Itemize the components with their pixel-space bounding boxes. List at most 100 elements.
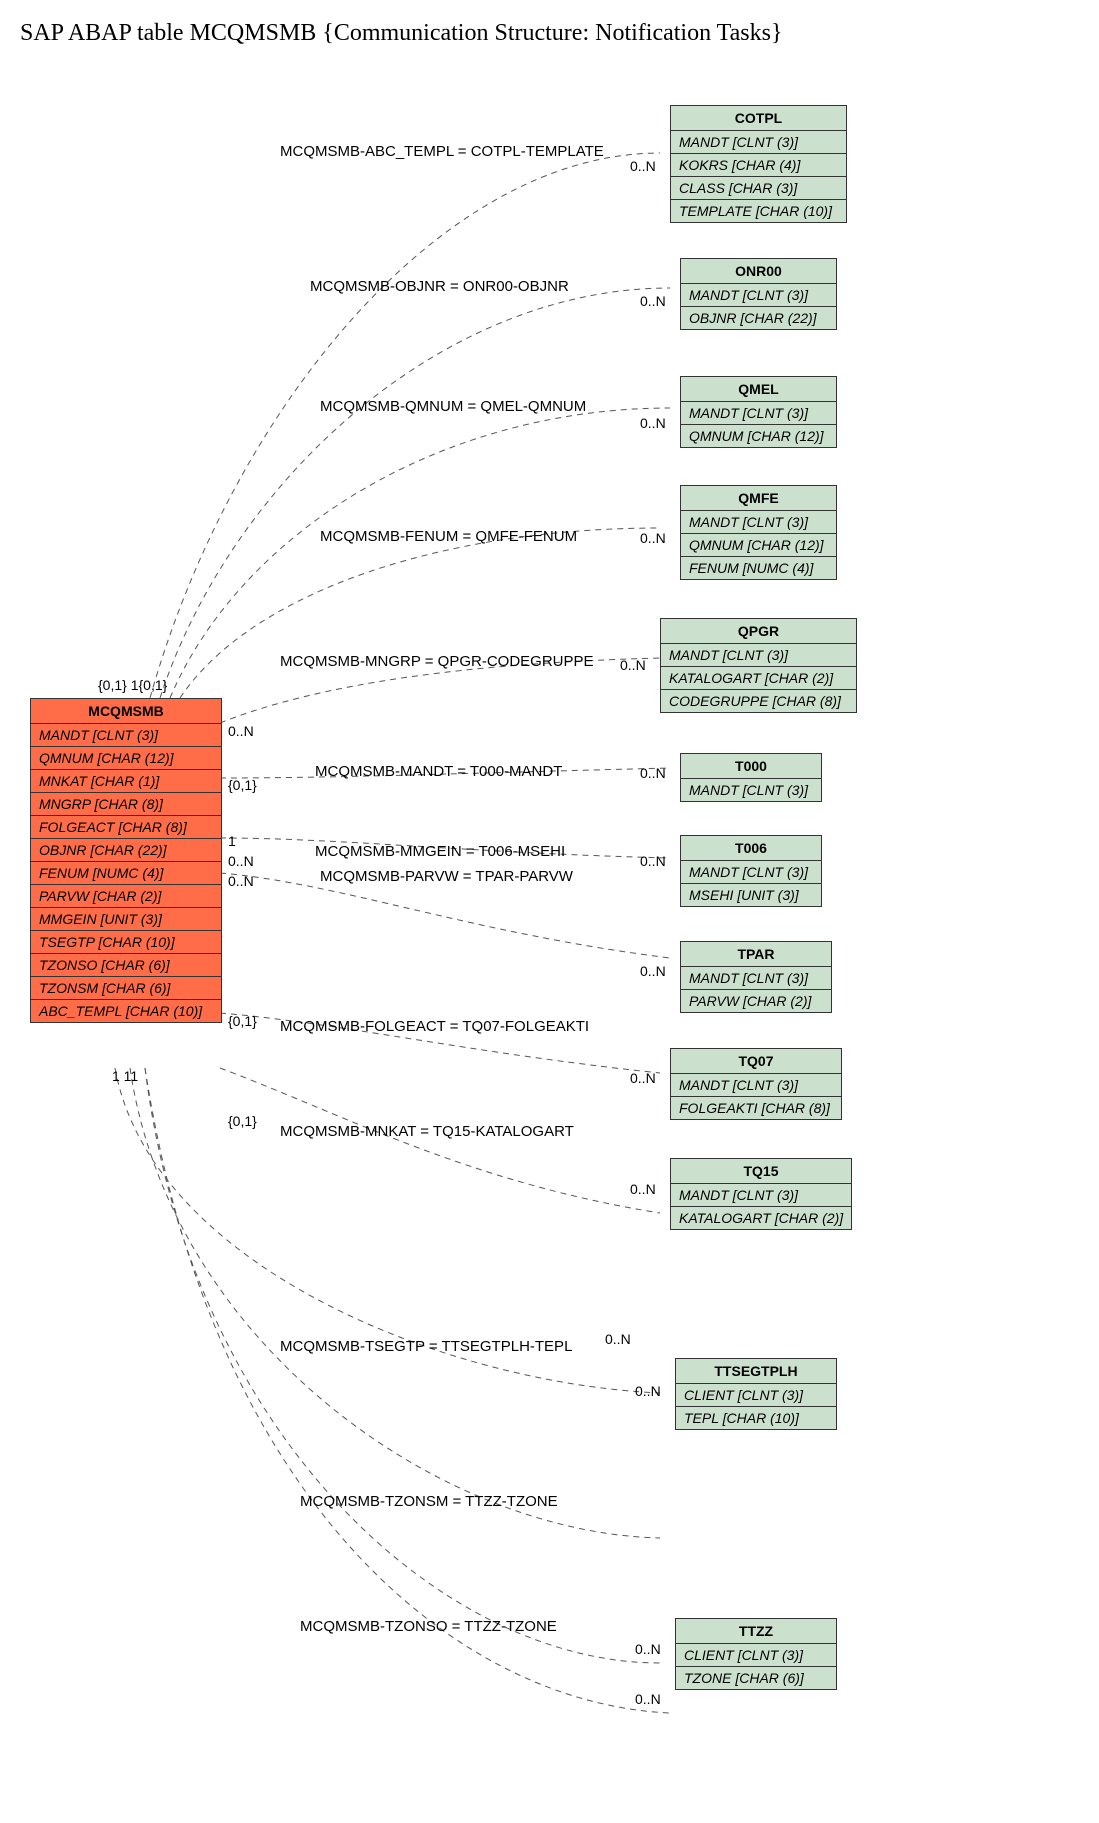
relation-label: MCQMSMB-MNKAT = TQ15-KATALOGART	[280, 1123, 574, 1140]
entity-onr00: ONR00 MANDT [CLNT (3)] OBJNR [CHAR (22)]	[680, 258, 837, 330]
field: MANDT [CLNT (3)]	[681, 284, 836, 307]
field: FOLGEAKTI [CHAR (8)]	[671, 1097, 841, 1119]
relation-label: MCQMSMB-MNGRP = QPGR-CODEGRUPPE	[280, 653, 594, 670]
field: QMNUM [CHAR (12)]	[681, 425, 836, 447]
entity-ttzz: TTZZ CLIENT [CLNT (3)] TZONE [CHAR (6)]	[675, 1618, 837, 1690]
field: KOKRS [CHAR (4)]	[671, 154, 846, 177]
entity-t000: T000 MANDT [CLNT (3)]	[680, 753, 822, 802]
field: TEPL [CHAR (10)]	[676, 1407, 836, 1429]
entity-tpar: TPAR MANDT [CLNT (3)] PARVW [CHAR (2)]	[680, 941, 832, 1013]
field: OBJNR [CHAR (22)]	[681, 307, 836, 329]
entity-qmel: QMEL MANDT [CLNT (3)] QMNUM [CHAR (12)]	[680, 376, 837, 448]
field: MANDT [CLNT (3)]	[671, 131, 846, 154]
cardinality: 0..N	[630, 158, 656, 174]
field: TZONSO [CHAR (6)]	[31, 954, 221, 977]
field: MANDT [CLNT (3)]	[681, 967, 831, 990]
field: MANDT [CLNT (3)]	[681, 511, 836, 534]
entity-qpgr: QPGR MANDT [CLNT (3)] KATALOGART [CHAR (…	[660, 618, 857, 713]
cardinality: {0,1} 1{0,1}	[98, 677, 167, 693]
entity-cotpl: COTPL MANDT [CLNT (3)] KOKRS [CHAR (4)] …	[670, 105, 847, 223]
cardinality: 0..N	[640, 530, 666, 546]
cardinality: 0..N	[640, 963, 666, 979]
entity-t006: T006 MANDT [CLNT (3)] MSEHI [UNIT (3)]	[680, 835, 822, 907]
relation-label: MCQMSMB-OBJNR = ONR00-OBJNR	[310, 278, 569, 295]
field: KATALOGART [CHAR (2)]	[671, 1207, 851, 1229]
cardinality: 0..N	[635, 1641, 661, 1657]
relation-label: MCQMSMB-MMGEIN = T006-MSEHI	[315, 843, 565, 860]
relation-label: MCQMSMB-FOLGEACT = TQ07-FOLGEAKTI	[280, 1018, 589, 1035]
field: FENUM [NUMC (4)]	[31, 862, 221, 885]
relation-label: MCQMSMB-MANDT = T000-MANDT	[315, 763, 562, 780]
relation-label: MCQMSMB-QMNUM = QMEL-QMNUM	[320, 398, 586, 415]
field: MANDT [CLNT (3)]	[661, 644, 856, 667]
cardinality: {0,1}	[228, 777, 257, 793]
cardinality: 0..N	[605, 1331, 631, 1347]
entity-tq07: TQ07 MANDT [CLNT (3)] FOLGEAKTI [CHAR (8…	[670, 1048, 842, 1120]
diagram-canvas: MCQMSMB MANDT [CLNT (3)] QMNUM [CHAR (12…	[20, 63, 1079, 1803]
field: FOLGEACT [CHAR (8)]	[31, 816, 221, 839]
entity-header: QMEL	[681, 377, 836, 402]
field: TEMPLATE [CHAR (10)]	[671, 200, 846, 222]
relation-label: MCQMSMB-PARVW = TPAR-PARVW	[320, 868, 573, 885]
cardinality: {0,1}	[228, 1113, 257, 1129]
entity-ttsegtplh: TTSEGTPLH CLIENT [CLNT (3)] TEPL [CHAR (…	[675, 1358, 837, 1430]
entity-header: TTZZ	[676, 1619, 836, 1644]
cardinality: 0..N	[640, 415, 666, 431]
field: MANDT [CLNT (3)]	[681, 779, 821, 801]
field: CLIENT [CLNT (3)]	[676, 1384, 836, 1407]
field: PARVW [CHAR (2)]	[681, 990, 831, 1012]
relation-label: MCQMSMB-TZONSM = TTZZ-TZONE	[300, 1493, 558, 1510]
entity-header: T006	[681, 836, 821, 861]
relation-label: MCQMSMB-TSEGTP = TTSEGTPLH-TEPL	[280, 1338, 572, 1355]
cardinality: 0..N	[640, 853, 666, 869]
field: KATALOGART [CHAR (2)]	[661, 667, 856, 690]
cardinality: 0..N	[228, 853, 254, 869]
cardinality: 0..N	[630, 1070, 656, 1086]
relation-label: MCQMSMB-FENUM = QMFE-FENUM	[320, 528, 577, 545]
entity-header: QMFE	[681, 486, 836, 511]
page-title: SAP ABAP table MCQMSMB {Communication St…	[20, 20, 1079, 47]
cardinality: 0..N	[228, 873, 254, 889]
relation-label: MCQMSMB-TZONSO = TTZZ-TZONE	[300, 1618, 557, 1635]
entity-header: TPAR	[681, 942, 831, 967]
cardinality: {0,1}	[228, 1013, 257, 1029]
entity-header: TQ15	[671, 1159, 851, 1184]
cardinality: 0..N	[228, 723, 254, 739]
relation-label: MCQMSMB-ABC_TEMPL = COTPL-TEMPLATE	[280, 143, 604, 160]
field: MSEHI [UNIT (3)]	[681, 884, 821, 906]
field: MANDT [CLNT (3)]	[671, 1074, 841, 1097]
cardinality: 0..N	[640, 765, 666, 781]
field: MANDT [CLNT (3)]	[31, 724, 221, 747]
field: MANDT [CLNT (3)]	[681, 861, 821, 884]
entity-header: COTPL	[671, 106, 846, 131]
field: OBJNR [CHAR (22)]	[31, 839, 221, 862]
field: QMNUM [CHAR (12)]	[31, 747, 221, 770]
field: TSEGTP [CHAR (10)]	[31, 931, 221, 954]
field: MNGRP [CHAR (8)]	[31, 793, 221, 816]
field: TZONE [CHAR (6)]	[676, 1667, 836, 1689]
cardinality: 0..N	[635, 1691, 661, 1707]
field: MANDT [CLNT (3)]	[671, 1184, 851, 1207]
field: CODEGRUPPE [CHAR (8)]	[661, 690, 856, 712]
entity-header: ONR00	[681, 259, 836, 284]
cardinality: 0..N	[630, 1181, 656, 1197]
entity-header: TQ07	[671, 1049, 841, 1074]
field: CLASS [CHAR (3)]	[671, 177, 846, 200]
field: CLIENT [CLNT (3)]	[676, 1644, 836, 1667]
entity-header: QPGR	[661, 619, 856, 644]
field: MMGEIN [UNIT (3)]	[31, 908, 221, 931]
field: ABC_TEMPL [CHAR (10)]	[31, 1000, 221, 1022]
cardinality: 0..N	[620, 657, 646, 673]
entity-mcqmsmb: MCQMSMB MANDT [CLNT (3)] QMNUM [CHAR (12…	[30, 698, 222, 1023]
entity-header: TTSEGTPLH	[676, 1359, 836, 1384]
entity-qmfe: QMFE MANDT [CLNT (3)] QMNUM [CHAR (12)] …	[680, 485, 837, 580]
cardinality: 0..N	[640, 293, 666, 309]
field: PARVW [CHAR (2)]	[31, 885, 221, 908]
entity-tq15: TQ15 MANDT [CLNT (3)] KATALOGART [CHAR (…	[670, 1158, 852, 1230]
field: TZONSM [CHAR (6)]	[31, 977, 221, 1000]
entity-header: MCQMSMB	[31, 699, 221, 724]
field: MANDT [CLNT (3)]	[681, 402, 836, 425]
entity-header: T000	[681, 754, 821, 779]
cardinality: 1 11	[112, 1068, 138, 1084]
cardinality: 0..N	[635, 1383, 661, 1399]
